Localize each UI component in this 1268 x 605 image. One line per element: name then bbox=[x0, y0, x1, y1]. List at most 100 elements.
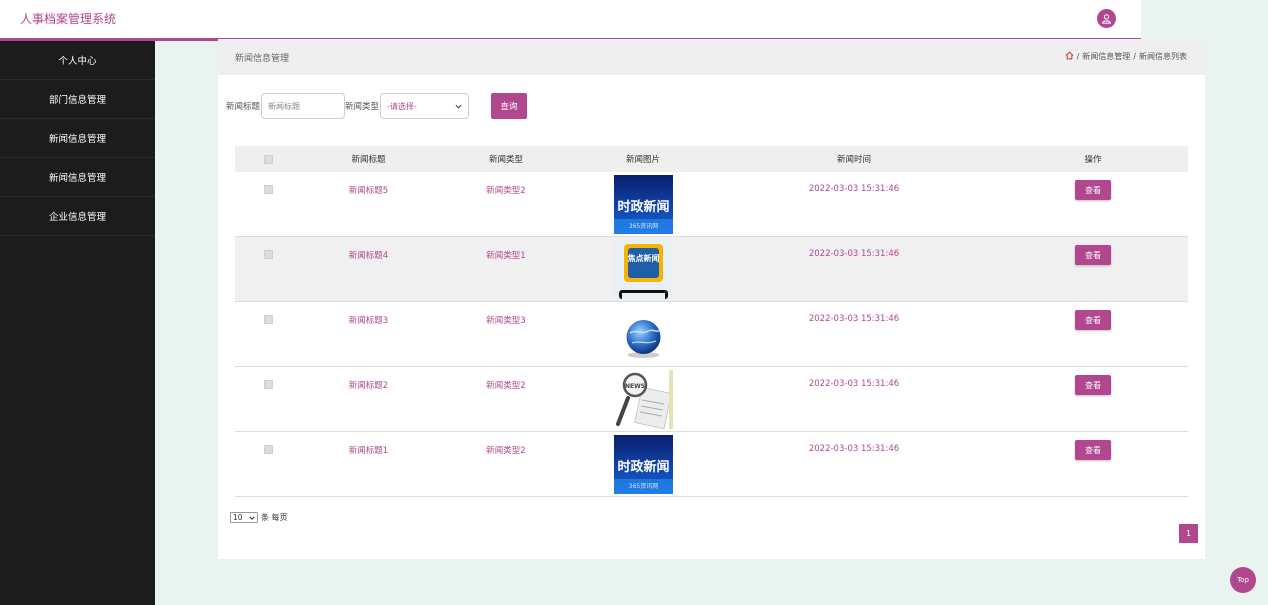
table-row: 新闻标题4 新闻类型1 焦点新闻 2022-03-03 15:31:46 查看 bbox=[235, 237, 1188, 302]
page-title: 新闻信息管理 bbox=[235, 54, 290, 64]
news-time: 2022-03-03 15:31:46 bbox=[808, 314, 900, 324]
news-thumb-politics: 时政新闻 365资讯网 bbox=[613, 175, 673, 234]
news-image-cell: 时政新闻 365资讯网 bbox=[576, 172, 710, 236]
row-checkbox-cell bbox=[235, 172, 301, 236]
view-button[interactable]: 查看 bbox=[1075, 180, 1111, 200]
news-image-cell bbox=[576, 302, 710, 366]
news-title: 新闻标题2 bbox=[348, 381, 389, 391]
news-type: 新闻类型2 bbox=[486, 446, 526, 456]
header-image: 新闻图片 bbox=[625, 155, 660, 165]
row-checkbox-cell bbox=[235, 367, 301, 431]
news-time: 2022-03-03 15:31:46 bbox=[808, 444, 900, 454]
breadcrumb-level2: 新闻信息列表 bbox=[1139, 52, 1187, 61]
page-number-button[interactable]: 1 bbox=[1179, 524, 1198, 543]
news-time: 2022-03-03 15:31:46 bbox=[808, 379, 900, 389]
panel-header: 新闻信息管理 / 新闻信息管理 / 新闻信息列表 bbox=[218, 39, 1205, 75]
user-avatar-icon[interactable] bbox=[1097, 9, 1116, 28]
app-title: 人事档案管理系统 bbox=[20, 12, 117, 26]
header-title: 新闻标题 bbox=[351, 155, 386, 165]
view-button[interactable]: 查看 bbox=[1075, 440, 1111, 460]
breadcrumb: / 新闻信息管理 / 新闻信息列表 bbox=[1065, 51, 1187, 62]
news-image-cell: 时政新闻 365资讯网 bbox=[576, 432, 710, 496]
row-checkbox[interactable] bbox=[263, 380, 273, 389]
thumb-politics-sub: 365资讯网 bbox=[628, 482, 657, 490]
sidebar: 个人中心 部门信息管理 新闻信息管理 新闻信息管理 企业信息管理 bbox=[0, 41, 155, 605]
thumb-magnifier-text: NEWS bbox=[624, 383, 644, 390]
thumb-politics-text: 时政新闻 bbox=[617, 459, 669, 475]
sidebar-item-personal-center[interactable]: 个人中心 bbox=[0, 41, 155, 80]
news-image-cell: 焦点新闻 bbox=[576, 237, 710, 301]
thumb-politics-sub: 365资讯网 bbox=[628, 222, 657, 230]
table-row: 新闻标题1 新闻类型2 时政新闻 365资讯网 2022-03-03 15:31… bbox=[235, 432, 1188, 497]
row-checkbox-cell bbox=[235, 302, 301, 366]
chevron-down-icon bbox=[249, 513, 255, 522]
news-type: 新闻类型3 bbox=[486, 316, 526, 326]
type-filter-label: 新闻类型 bbox=[345, 102, 380, 112]
view-button[interactable]: 查看 bbox=[1075, 310, 1111, 330]
action-cell: 查看 bbox=[998, 237, 1188, 301]
row-checkbox[interactable] bbox=[263, 445, 273, 454]
news-thumb-magnifier: NEWS bbox=[613, 370, 673, 429]
action-cell: 查看 bbox=[998, 367, 1188, 431]
select-all-checkbox[interactable] bbox=[263, 154, 273, 164]
sidebar-item-label: 个人中心 bbox=[58, 56, 97, 67]
view-button[interactable]: 查看 bbox=[1075, 245, 1111, 265]
row-checkbox-cell bbox=[235, 237, 301, 301]
header-action: 操作 bbox=[1084, 155, 1102, 165]
per-page-label: 条 每页 bbox=[261, 513, 288, 522]
news-title: 新闻标题3 bbox=[348, 316, 389, 326]
title-search-input[interactable]: 新闻标题 bbox=[261, 93, 346, 119]
title-search-placeholder: 新闻标题 bbox=[268, 101, 301, 111]
thumb-politics-text: 时政新闻 bbox=[617, 199, 669, 215]
page-size-value: 10 bbox=[233, 513, 243, 522]
search-bar: 新闻标题 新闻标题 新闻类型 -请选择- 查询 bbox=[226, 93, 527, 119]
news-time: 2022-03-03 15:31:46 bbox=[808, 249, 900, 259]
home-icon[interactable] bbox=[1065, 51, 1074, 62]
chevron-down-icon bbox=[455, 102, 462, 111]
news-title: 新闻标题5 bbox=[348, 186, 389, 196]
news-type: 新闻类型2 bbox=[486, 381, 526, 391]
query-button[interactable]: 查询 bbox=[491, 93, 527, 119]
breadcrumb-separator: / bbox=[1076, 52, 1080, 61]
news-title: 新闻标题4 bbox=[348, 251, 389, 261]
row-checkbox[interactable] bbox=[263, 250, 273, 259]
main-panel: 新闻信息管理 / 新闻信息管理 / 新闻信息列表 新闻标题 新闻标题 新闻类型 … bbox=[218, 39, 1205, 559]
table-row: 新闻标题3 新闻类型3 2022-03-03 15:31:46 查看 bbox=[235, 302, 1188, 367]
page-size-select[interactable]: 10 bbox=[230, 512, 258, 523]
table-header: 新闻标题 新闻类型 新闻图片 新闻时间 操作 bbox=[235, 146, 1188, 172]
news-thumb-hot: 焦点新闻 bbox=[613, 240, 673, 299]
thumb-hot-text: 焦点新闻 bbox=[626, 253, 659, 263]
table-row: 新闻标题2 新闻类型2 NEWS 2022-03-03 15:31:46 查看 bbox=[235, 367, 1188, 432]
view-button[interactable]: 查看 bbox=[1075, 375, 1111, 395]
back-to-top-button[interactable]: Top bbox=[1230, 567, 1256, 593]
news-thumb-politics: 时政新闻 365资讯网 bbox=[613, 435, 673, 494]
news-title: 新闻标题1 bbox=[348, 446, 389, 456]
top-bar: 人事档案管理系统 bbox=[0, 0, 1141, 38]
news-type: 新闻类型1 bbox=[486, 251, 526, 261]
sidebar-item-news-2[interactable]: 新闻信息管理 bbox=[0, 158, 155, 197]
sidebar-item-label: 企业信息管理 bbox=[48, 212, 106, 223]
news-type: 新闻类型2 bbox=[486, 186, 526, 196]
header-time: 新闻时间 bbox=[836, 155, 871, 165]
select-all-cell bbox=[235, 154, 301, 164]
sidebar-item-news[interactable]: 新闻信息管理 bbox=[0, 119, 155, 158]
row-checkbox[interactable] bbox=[263, 315, 273, 324]
news-thumb-globe bbox=[613, 305, 673, 364]
row-checkbox-cell bbox=[235, 432, 301, 496]
sidebar-item-label: 新闻信息管理 bbox=[48, 173, 106, 184]
sidebar-item-label: 部门信息管理 bbox=[48, 95, 106, 106]
breadcrumb-level1[interactable]: 新闻信息管理 bbox=[1082, 51, 1130, 62]
sidebar-item-label: 新闻信息管理 bbox=[48, 134, 106, 145]
news-time: 2022-03-03 15:31:46 bbox=[808, 184, 900, 194]
news-table: 新闻标题 新闻类型 新闻图片 新闻时间 操作 新闻标题5 新闻类型2 时政新闻 … bbox=[235, 146, 1188, 497]
row-checkbox[interactable] bbox=[263, 185, 273, 194]
sidebar-item-enterprise[interactable]: 企业信息管理 bbox=[0, 197, 155, 236]
table-row: 新闻标题5 新闻类型2 时政新闻 365资讯网 2022-03-03 15:31… bbox=[235, 172, 1188, 237]
type-select[interactable]: -请选择- bbox=[380, 93, 470, 119]
sidebar-item-department[interactable]: 部门信息管理 bbox=[0, 80, 155, 119]
news-image-cell: NEWS bbox=[576, 367, 710, 431]
page-size-control: 10 条 每页 bbox=[230, 512, 288, 523]
type-select-value: -请选择- bbox=[387, 101, 417, 111]
action-cell: 查看 bbox=[998, 172, 1188, 236]
title-filter-label: 新闻标题 bbox=[226, 102, 261, 112]
